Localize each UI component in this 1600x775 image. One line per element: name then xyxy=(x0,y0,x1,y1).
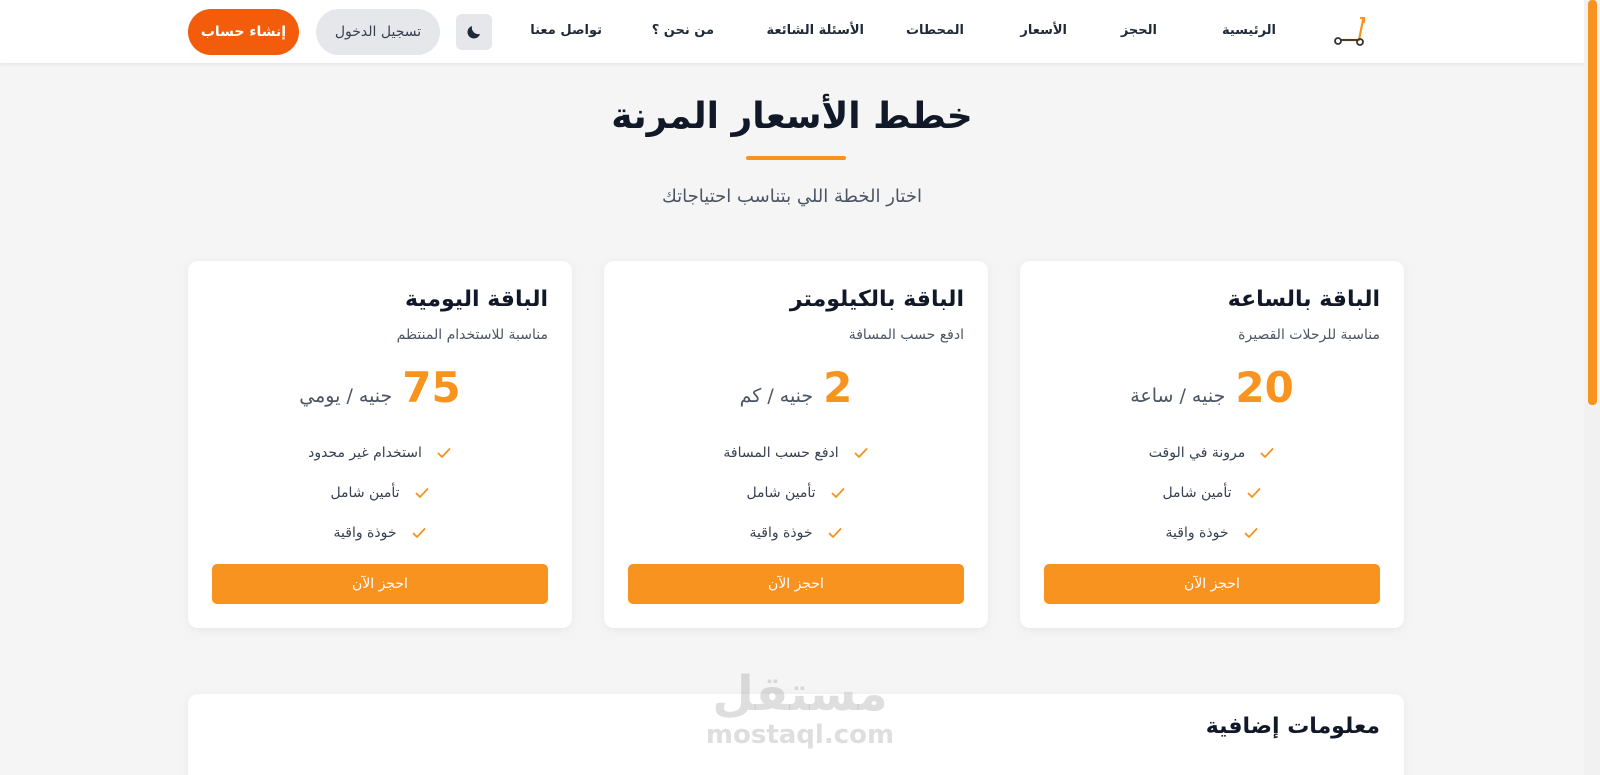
check-icon xyxy=(437,448,451,458)
feature-text: مرونة في الوقت xyxy=(1148,445,1246,461)
nav-stations[interactable]: المحطات xyxy=(906,23,964,38)
price-value: 20 xyxy=(1235,363,1294,412)
check-icon xyxy=(1244,528,1257,538)
book-now-button[interactable]: احجز الآن xyxy=(628,564,964,604)
top-navbar: الرئيسية الحجز الأسعار المحطات الأسئلة ا… xyxy=(0,0,1584,63)
nav-faq[interactable]: الأسئلة الشائعة xyxy=(767,23,865,38)
feature-text: خوذة واقية xyxy=(1165,525,1229,541)
title-underline xyxy=(746,156,846,160)
feature-item: مرونة في الوقت xyxy=(1020,433,1404,473)
feature-text: تأمين شامل xyxy=(330,485,400,501)
plan-description: مناسبة للرحلات القصيرة xyxy=(1238,327,1380,343)
nav-home[interactable]: الرئيسية xyxy=(1222,23,1276,38)
plan-price: 75 جنيه / يومي xyxy=(188,367,572,409)
feature-text: خوذة واقية xyxy=(749,525,813,541)
feature-item: خوذة واقية xyxy=(188,513,572,553)
feature-list: استخدام غير محدود تأمين شامل خوذة واقية xyxy=(188,433,572,553)
price-value: 2 xyxy=(823,363,853,412)
book-now-button[interactable]: احجز الآن xyxy=(212,564,548,604)
feature-item: ادفع حسب المسافة xyxy=(604,433,988,473)
price-unit: جنيه / كم xyxy=(739,385,814,407)
plan-description: مناسبة للاستخدام المنتظم xyxy=(396,327,548,343)
feature-item: تأمين شامل xyxy=(604,473,988,513)
plan-title: الباقة اليومية xyxy=(405,287,548,312)
feature-item: تأمين شامل xyxy=(188,473,572,513)
check-icon xyxy=(415,488,428,498)
plan-title: الباقة بالكيلومتر xyxy=(789,287,964,312)
additional-info-card: معلومات إضافية xyxy=(188,694,1404,775)
signup-button[interactable]: إنشاء حساب xyxy=(188,9,299,55)
scrollbar-thumb[interactable] xyxy=(1588,0,1597,405)
nav-prices[interactable]: الأسعار xyxy=(1020,23,1067,38)
plan-description: ادفع حسب المسافة xyxy=(848,327,964,343)
nav-contact[interactable]: تواصل معنا xyxy=(530,23,602,38)
theme-toggle-button[interactable] xyxy=(456,14,492,50)
nav-actions: إنشاء حساب تسجيل الدخول xyxy=(188,9,492,55)
additional-info-title: معلومات إضافية xyxy=(1205,714,1380,739)
plan-card-hourly: الباقة بالساعة مناسبة للرحلات القصيرة 20… xyxy=(1020,261,1404,628)
price-value: 75 xyxy=(402,363,461,412)
check-icon xyxy=(831,488,844,498)
price-unit: جنيه / ساعة xyxy=(1130,385,1226,407)
feature-list: ادفع حسب المسافة تأمين شامل خوذة واقية xyxy=(604,433,988,553)
plan-price: 20 جنيه / ساعة xyxy=(1020,367,1404,409)
check-icon xyxy=(1260,448,1274,458)
plan-card-per-km: الباقة بالكيلومتر ادفع حسب المسافة 2 جني… xyxy=(604,261,988,628)
feature-text: ادفع حسب المسافة xyxy=(723,445,839,461)
book-now-button[interactable]: احجز الآن xyxy=(1044,564,1380,604)
scrollbar-track[interactable] xyxy=(1584,0,1600,775)
feature-text: تأمين شامل xyxy=(746,485,816,501)
check-icon xyxy=(1247,488,1260,498)
check-icon xyxy=(854,448,868,458)
check-icon xyxy=(412,528,425,538)
pricing-title: خطط الأسعار المرنة xyxy=(611,96,973,137)
login-button[interactable]: تسجيل الدخول xyxy=(316,9,440,55)
pricing-subtitle: اختار الخطة اللي بتناسب احتياجاتك xyxy=(662,186,922,207)
plan-card-daily: الباقة اليومية مناسبة للاستخدام المنتظم … xyxy=(188,261,572,628)
price-unit: جنيه / يومي xyxy=(299,385,393,407)
nav-booking[interactable]: الحجز xyxy=(1121,23,1157,38)
feature-item: تأمين شامل xyxy=(1020,473,1404,513)
feature-text: استخدام غير محدود xyxy=(308,445,422,461)
feature-list: مرونة في الوقت تأمين شامل خوذة واقية xyxy=(1020,433,1404,553)
feature-item: خوذة واقية xyxy=(604,513,988,553)
moon-icon xyxy=(467,26,480,39)
feature-text: تأمين شامل xyxy=(1162,485,1232,501)
scooter-icon[interactable] xyxy=(1326,14,1372,50)
plan-price: 2 جنيه / كم xyxy=(604,367,988,409)
feature-item: استخدام غير محدود xyxy=(188,433,572,473)
plan-title: الباقة بالساعة xyxy=(1227,287,1380,312)
nav-about[interactable]: من نحن ؟ xyxy=(652,23,714,38)
feature-text: خوذة واقية xyxy=(333,525,397,541)
check-icon xyxy=(828,528,841,538)
feature-item: خوذة واقية xyxy=(1020,513,1404,553)
